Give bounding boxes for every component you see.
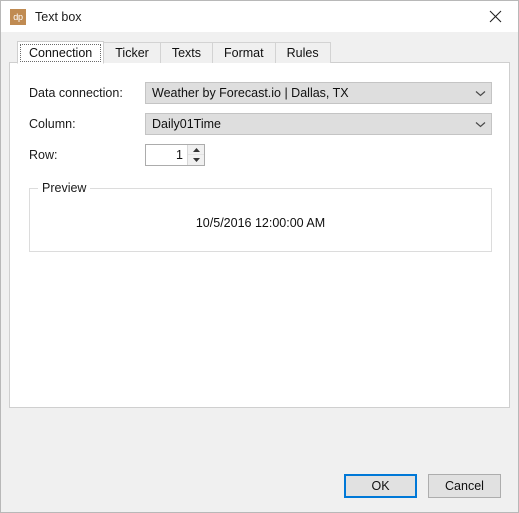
tab-connection-label: Connection: [29, 45, 93, 60]
row-stepper-buttons: [187, 145, 204, 165]
data-connection-select[interactable]: Weather by Forecast.io | Dallas, TX: [145, 82, 492, 104]
close-glyph: [489, 10, 502, 22]
dialog-footer: OK Cancel: [1, 460, 518, 512]
tab-rules[interactable]: Rules: [274, 42, 331, 63]
tab-ticker[interactable]: Ticker: [103, 42, 161, 63]
tab-strip: Connection Ticker Texts Format Rules: [9, 41, 510, 64]
tab-connection[interactable]: Connection: [17, 41, 105, 64]
row-stepper[interactable]: 1: [145, 144, 205, 166]
chevron-down-glyph: [475, 121, 485, 127]
tab-format[interactable]: Format: [212, 42, 276, 63]
preview-groupbox-title: Preview: [38, 181, 91, 195]
app-logo-icon: dp: [10, 8, 26, 25]
spinner-up-icon[interactable]: [188, 145, 204, 155]
form-row-row: Row: 1: [29, 144, 492, 166]
window-title: Text box: [35, 9, 82, 24]
chevron-down-icon: [469, 90, 491, 97]
tab-texts-label: Texts: [171, 46, 202, 60]
text-box-dialog: dp Text box Connection Ticker Texts Form…: [0, 0, 519, 513]
column-select[interactable]: Daily01Time: [145, 113, 492, 135]
tab-panel-connection: Data connection: Weather by Forecast.io …: [9, 62, 510, 408]
preview-groupbox: Preview 10/5/2016 12:00:00 AM: [29, 181, 492, 252]
title-bar: dp Text box: [1, 1, 518, 32]
preview-value: 10/5/2016 12:00:00 AM: [195, 216, 326, 230]
row-input[interactable]: 1: [146, 145, 187, 165]
tab-texts[interactable]: Texts: [159, 42, 214, 63]
spinner-down-icon[interactable]: [188, 155, 204, 165]
form-row-data-connection: Data connection: Weather by Forecast.io …: [29, 82, 492, 104]
triangle-up-glyph: [192, 147, 200, 152]
chevron-down-glyph: [475, 90, 485, 96]
row-label: Row:: [29, 148, 58, 162]
form-row-column: Column: Daily01Time: [29, 113, 492, 135]
preview-groupbox-content: 10/5/2016 12:00:00 AM: [30, 189, 491, 251]
data-connection-label: Data connection:: [29, 86, 123, 100]
close-icon[interactable]: [473, 1, 518, 31]
cancel-button[interactable]: Cancel: [428, 474, 501, 498]
column-label: Column:: [29, 117, 76, 131]
data-connection-value: Weather by Forecast.io | Dallas, TX: [152, 86, 349, 100]
chevron-down-icon: [469, 121, 491, 128]
tab-ticker-label: Ticker: [115, 46, 149, 60]
ok-button[interactable]: OK: [344, 474, 417, 498]
connection-form: Data connection: Weather by Forecast.io …: [10, 63, 509, 166]
triangle-down-glyph: [192, 158, 200, 162]
tab-rules-label: Rules: [286, 46, 319, 60]
column-value: Daily01Time: [152, 117, 222, 131]
tab-format-label: Format: [224, 46, 264, 60]
dialog-body: Connection Ticker Texts Format Rules Dat…: [1, 32, 518, 460]
